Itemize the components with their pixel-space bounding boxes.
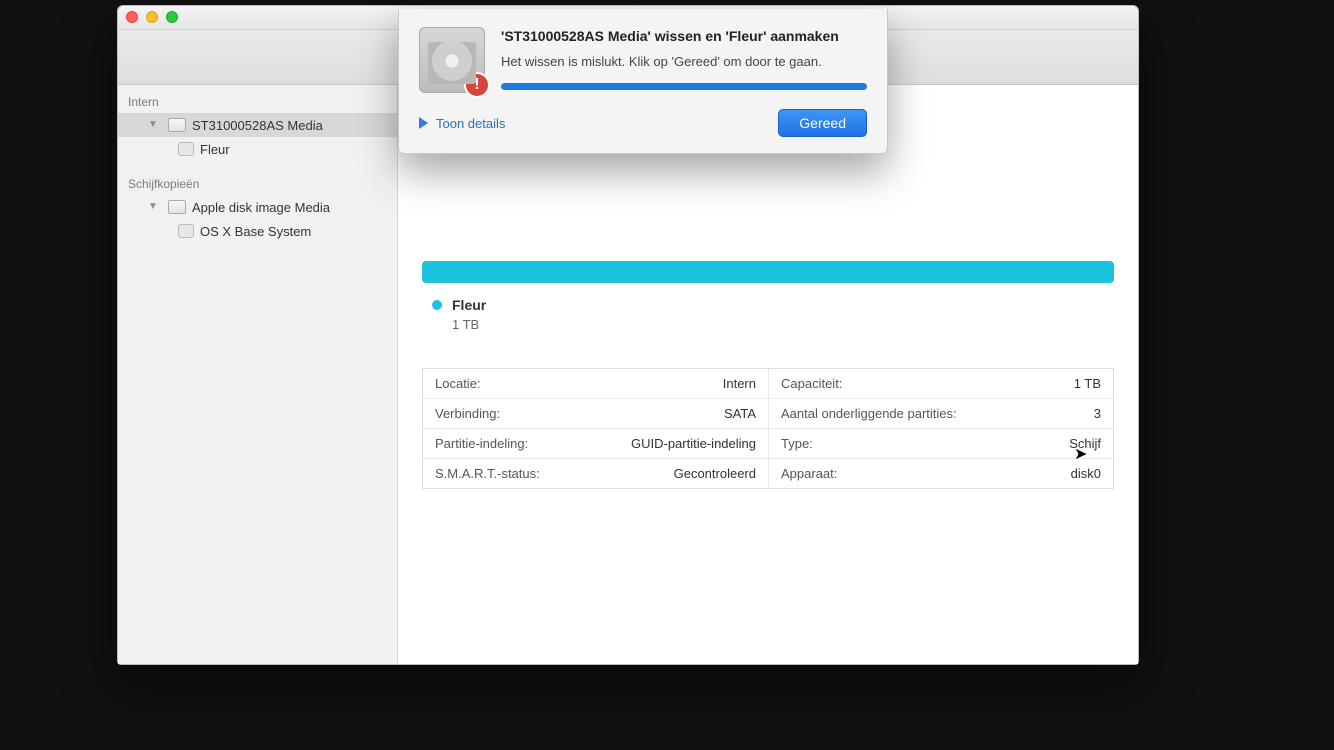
info-row: Capaciteit:1 TB — [768, 369, 1113, 399]
sheet-title: 'ST31000528AS Media' wissen en 'Fleur' a… — [501, 27, 867, 46]
done-button[interactable]: Gereed — [778, 109, 867, 137]
partition-legend: Fleur — [432, 297, 1114, 313]
sidebar-item-volume[interactable]: Fleur — [118, 137, 397, 161]
disclosure-triangle-icon — [419, 117, 428, 129]
erase-sheet: ! 'ST31000528AS Media' wissen en 'Fleur'… — [398, 9, 888, 154]
info-table: Locatie:Intern Capaciteit:1 TB Verbindin… — [422, 368, 1114, 489]
sidebar-section-internal: Intern — [118, 91, 397, 113]
info-row: Aantal onderliggende partities:3 — [768, 399, 1113, 429]
progress-bar — [501, 83, 867, 90]
partition-bar[interactable] — [422, 261, 1114, 283]
chevron-down-icon[interactable]: ▼ — [148, 201, 158, 212]
content: Fleur 1 TB Locatie:Intern Capaciteit:1 T… — [398, 85, 1138, 664]
partition-size: 1 TB — [452, 317, 1114, 332]
info-row: Verbinding:SATA — [423, 399, 768, 429]
legend-color-icon — [432, 300, 442, 310]
sidebar-item-label: ST31000528AS Media — [192, 118, 323, 133]
info-row: S.M.A.R.T.-status:Gecontroleerd — [423, 459, 768, 488]
sidebar-item-label: Fleur — [200, 142, 230, 157]
disk-utility-window: Schijfhulpprogramma ✚ Schijf-EHBO ◔ Part… — [117, 5, 1139, 665]
close-icon[interactable] — [126, 11, 138, 23]
maximize-icon[interactable] — [166, 11, 178, 23]
sheet-message: Het wissen is mislukt. Klik op 'Gereed' … — [501, 54, 867, 69]
sidebar-item-label: OS X Base System — [200, 224, 311, 239]
window-controls — [126, 11, 178, 23]
chevron-down-icon[interactable]: ▼ — [148, 119, 158, 130]
info-row: Apparaat:disk0 — [768, 459, 1113, 488]
hard-disk-icon — [168, 118, 186, 132]
info-row: Locatie:Intern — [423, 369, 768, 399]
sidebar-item-disk-image[interactable]: ▼ Apple disk image Media — [118, 195, 397, 219]
show-details-button[interactable]: Toon details — [419, 116, 505, 131]
sidebar-item-volume[interactable]: OS X Base System — [118, 219, 397, 243]
info-row: Type:Schijf — [768, 429, 1113, 459]
sidebar-item-label: Apple disk image Media — [192, 200, 330, 215]
alert-icon: ! — [464, 72, 490, 98]
disk-image-icon — [168, 200, 186, 214]
sidebar-section-images: Schijfkopieën — [118, 173, 397, 195]
partition-name: Fleur — [452, 297, 486, 313]
body: Intern ▼ ST31000528AS Media Fleur Schijf… — [118, 85, 1138, 664]
minimize-icon[interactable] — [146, 11, 158, 23]
volume-icon — [178, 142, 194, 156]
volume-icon — [178, 224, 194, 238]
hard-disk-icon: ! — [419, 27, 485, 93]
info-row: Partitie-indeling:GUID-partitie-indeling — [423, 429, 768, 459]
sidebar: Intern ▼ ST31000528AS Media Fleur Schijf… — [118, 85, 398, 664]
sidebar-item-disk[interactable]: ▼ ST31000528AS Media — [118, 113, 397, 137]
